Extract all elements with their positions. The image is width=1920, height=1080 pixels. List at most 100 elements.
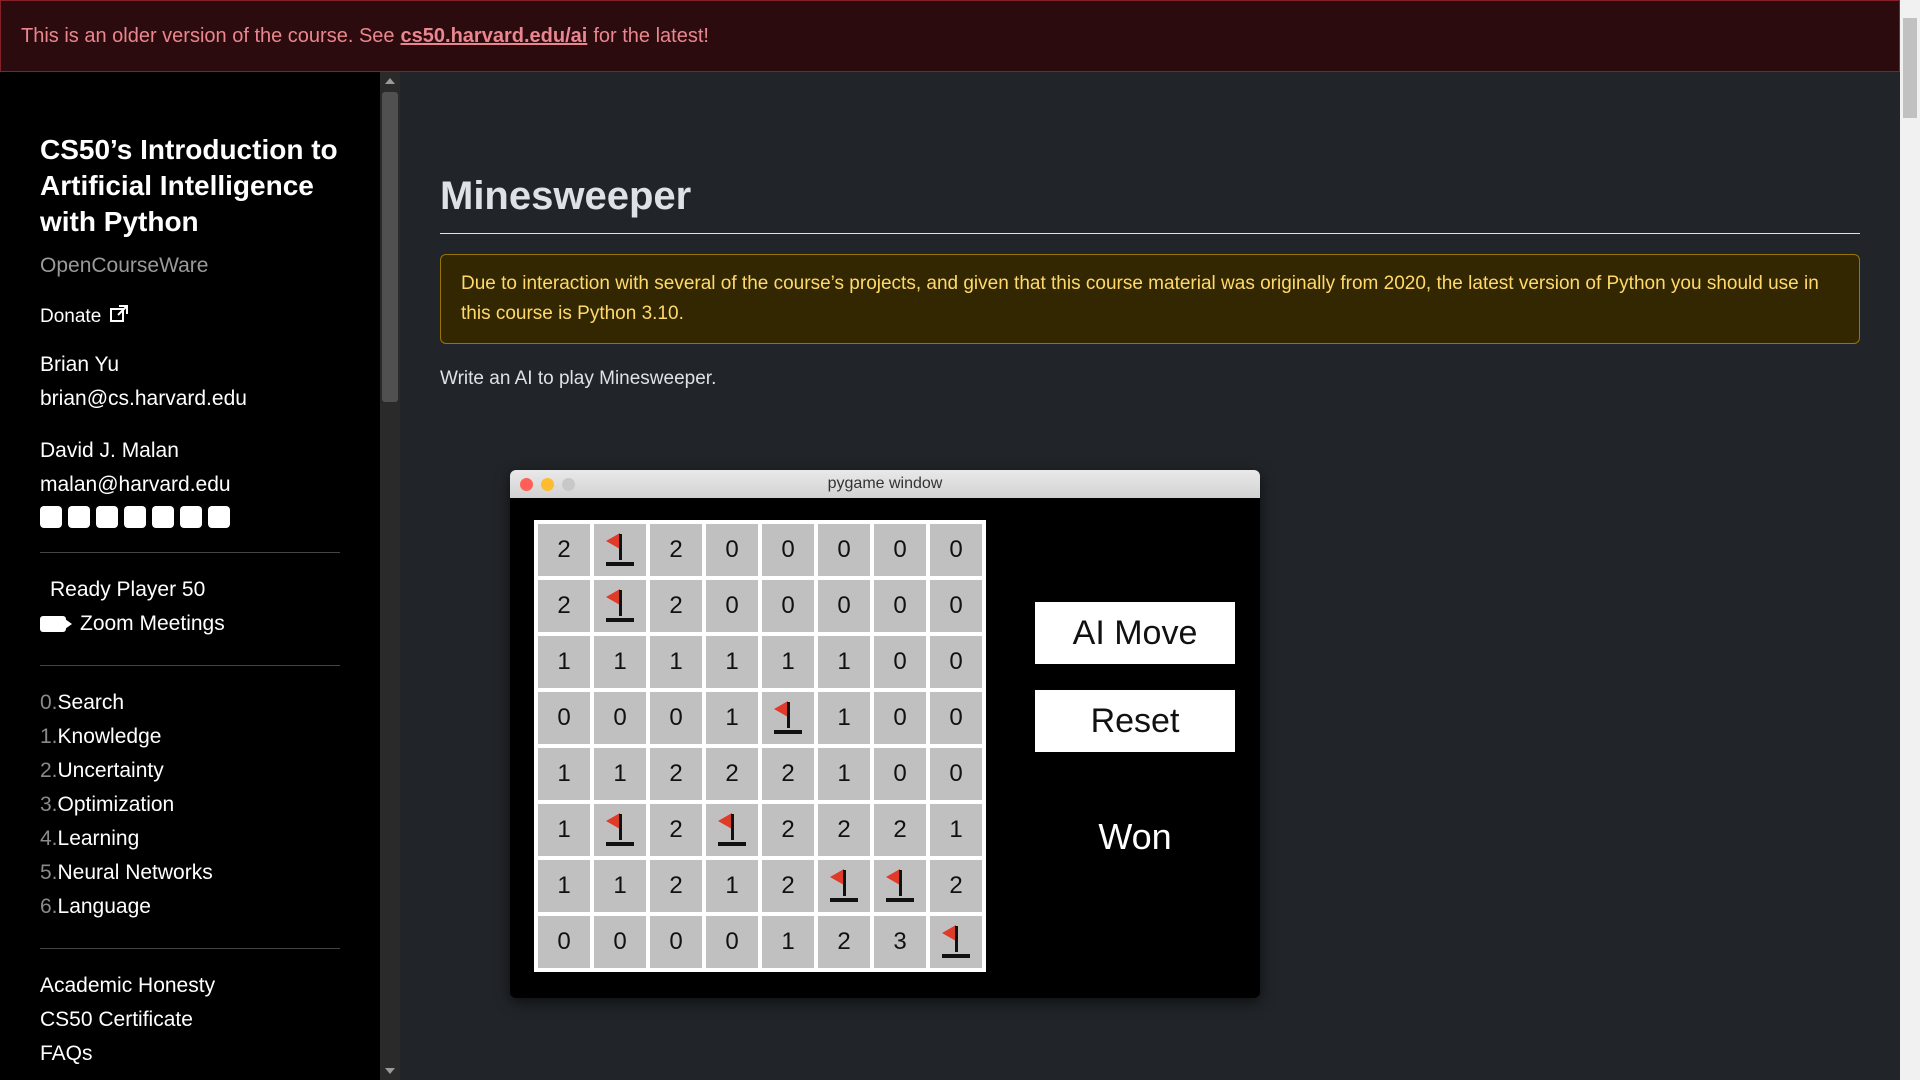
board-cell: 2 xyxy=(650,860,702,912)
lecture-item-uncertainty[interactable]: 2.Uncertainty xyxy=(40,754,340,788)
github-icon[interactable] xyxy=(68,506,90,528)
lecture-item-optimization[interactable]: 3.Optimization xyxy=(40,788,340,822)
board-cell: 2 xyxy=(538,524,590,576)
board-cell: 1 xyxy=(538,860,590,912)
instagram-icon[interactable] xyxy=(96,506,118,528)
board-cell: 2 xyxy=(818,804,870,856)
lecture-list: 0.Search 1.Knowledge 2.Uncertainty 3.Opt… xyxy=(40,686,340,924)
lecture-item-neural-networks[interactable]: 5.Neural Networks xyxy=(40,856,340,890)
python-version-warning: Due to interaction with several of the c… xyxy=(440,254,1860,344)
board-cell: 1 xyxy=(762,636,814,688)
linkedin-icon[interactable] xyxy=(124,506,146,528)
lecture-number: 1. xyxy=(40,725,58,748)
board-cell: 1 xyxy=(818,636,870,688)
board-cell: 0 xyxy=(594,692,646,744)
misc-links: Academic Honesty CS50 Certificate FAQs xyxy=(40,969,340,1071)
board-cell: 0 xyxy=(650,916,702,968)
social-links xyxy=(40,506,340,528)
lecture-item-language[interactable]: 6.Language xyxy=(40,890,340,924)
twitter-icon[interactable] xyxy=(208,506,230,528)
reddit-icon[interactable] xyxy=(152,506,174,528)
latest-course-link[interactable]: cs50.harvard.edu/ai xyxy=(401,25,588,48)
ai-move-button: AI Move xyxy=(1035,602,1235,664)
course-title[interactable]: CS50’s Introduction to Artificial Intell… xyxy=(40,132,340,240)
pygame-window-screenshot: pygame window 22000002200000111111000001… xyxy=(510,470,1260,998)
ready-player-link[interactable]: Ready Player 50 xyxy=(40,573,340,607)
board-cell: 1 xyxy=(538,636,590,688)
board-cell: 0 xyxy=(930,524,982,576)
board-cell: 1 xyxy=(594,860,646,912)
board-cell: 0 xyxy=(874,636,926,688)
game-status: Won xyxy=(1098,816,1172,857)
minimize-dot-icon xyxy=(541,478,554,491)
board-cell: 0 xyxy=(874,580,926,632)
facebook-icon[interactable] xyxy=(40,506,62,528)
opencourseware-label: OpenCourseWare xyxy=(40,254,209,277)
main-content: Minesweeper Due to interaction with seve… xyxy=(440,72,1860,390)
lecture-number: 6. xyxy=(40,895,58,918)
lecture-item-learning[interactable]: 4.Learning xyxy=(40,822,340,856)
academic-honesty-link[interactable]: Academic Honesty xyxy=(40,969,340,1003)
divider xyxy=(40,665,340,666)
lecture-number: 2. xyxy=(40,759,58,782)
lecture-label: Language xyxy=(57,895,151,918)
board-cell: 0 xyxy=(930,636,982,688)
board-cell: 2 xyxy=(650,580,702,632)
board-cell xyxy=(930,916,982,968)
board-cell: 0 xyxy=(930,580,982,632)
window-titlebar: pygame window xyxy=(510,470,1260,498)
board-cell: 1 xyxy=(818,748,870,800)
board-cell: 1 xyxy=(706,636,758,688)
banner-prefix: This is an older version of the course. … xyxy=(21,24,395,47)
flag-icon xyxy=(600,530,640,570)
page-title: Minesweeper xyxy=(440,174,1860,234)
instructor-email[interactable]: malan@harvard.edu xyxy=(40,468,340,502)
zoom-link[interactable]: Zoom Meetings xyxy=(40,607,340,641)
lecture-label: Learning xyxy=(57,827,140,850)
board-cell: 1 xyxy=(538,748,590,800)
scroll-down-arrow[interactable] xyxy=(385,1068,395,1074)
lecture-number: 4. xyxy=(40,827,58,850)
sidebar-scrollbar[interactable] xyxy=(380,72,400,1080)
lecture-number: 5. xyxy=(40,861,58,884)
lecture-item-search[interactable]: 0.Search xyxy=(40,686,340,720)
external-link-icon xyxy=(109,304,129,330)
page-scroll-thumb[interactable] xyxy=(1903,18,1917,118)
board-cell xyxy=(762,692,814,744)
board-cell: 1 xyxy=(706,860,758,912)
board-cell: 2 xyxy=(762,748,814,800)
window-title: pygame window xyxy=(827,475,943,492)
instructor-name: David J. Malan xyxy=(40,439,179,462)
board-cell: 2 xyxy=(762,804,814,856)
board-cell: 1 xyxy=(538,804,590,856)
banner-suffix: for the latest! xyxy=(593,24,709,47)
zoom-label: Zoom Meetings xyxy=(80,612,225,635)
lecture-item-knowledge[interactable]: 1.Knowledge xyxy=(40,720,340,754)
board-cell: 1 xyxy=(594,748,646,800)
faqs-link[interactable]: FAQs xyxy=(40,1037,340,1071)
flag-icon xyxy=(712,810,752,850)
scroll-up-arrow[interactable] xyxy=(385,78,395,84)
sidebar: CS50’s Introduction to Artificial Intell… xyxy=(0,72,380,1080)
lecture-label: Search xyxy=(57,691,125,714)
zoom-dot-icon xyxy=(562,478,575,491)
board-cell: 2 xyxy=(874,804,926,856)
board-cell: 0 xyxy=(650,692,702,744)
board-cell: 0 xyxy=(874,524,926,576)
board-cell: 1 xyxy=(650,636,702,688)
cs50-certificate-link[interactable]: CS50 Certificate xyxy=(40,1003,340,1037)
board-cell: 2 xyxy=(818,916,870,968)
flag-icon xyxy=(880,866,920,906)
sidebar-scroll-thumb[interactable] xyxy=(382,92,398,402)
instructor-name: Brian Yu xyxy=(40,353,120,376)
board-cell xyxy=(594,524,646,576)
minesweeper-board: 2200000220000011111100000110011222100122… xyxy=(534,520,986,972)
board-cell: 0 xyxy=(874,692,926,744)
donate-label: Donate xyxy=(40,306,102,327)
board-cell: 1 xyxy=(930,804,982,856)
instructor-email[interactable]: brian@cs.harvard.edu xyxy=(40,382,340,416)
donate-link[interactable]: Donate xyxy=(40,304,340,330)
page-scrollbar[interactable] xyxy=(1900,0,1920,1080)
threads-icon[interactable] xyxy=(180,506,202,528)
board-cell xyxy=(818,860,870,912)
